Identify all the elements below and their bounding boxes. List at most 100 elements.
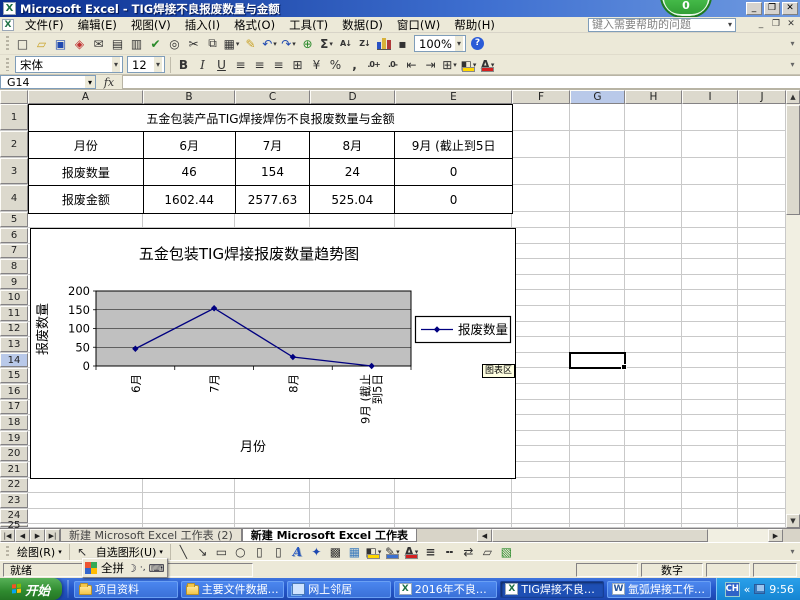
menu-item-5[interactable]: 格式(O) [227, 17, 282, 33]
doc-close-button[interactable]: ✕ [784, 18, 798, 31]
first-sheet-icon[interactable]: |◀ [0, 529, 15, 542]
cell-D25[interactable] [310, 524, 395, 527]
cell-I25[interactable] [682, 524, 738, 527]
prev-sheet-icon[interactable]: ◀ [15, 529, 30, 542]
horizontal-scrollbar[interactable]: ◀ ▶ [477, 529, 783, 542]
column-header-E[interactable]: E [395, 90, 512, 104]
chevron-down-icon[interactable]: ▾ [329, 40, 333, 48]
cell-I8[interactable] [682, 259, 738, 274]
row-header-15[interactable]: 15 [0, 368, 28, 383]
cell-J24[interactable] [738, 509, 786, 524]
row-header-22[interactable]: 22 [0, 478, 28, 493]
cell-G8[interactable] [570, 259, 625, 274]
value-cell[interactable]: 1602.44 [144, 186, 236, 213]
cell-H11[interactable] [625, 306, 682, 321]
selected-cell-G14[interactable] [569, 352, 626, 369]
cell-H16[interactable] [625, 384, 682, 399]
cell-F23[interactable] [512, 493, 570, 508]
close-button[interactable]: ✕ [782, 2, 798, 15]
name-box[interactable]: G14 ▾ [0, 75, 96, 89]
cell-J7[interactable] [738, 244, 786, 259]
cell-C5[interactable] [235, 212, 310, 227]
insert-function-icon[interactable]: fx [96, 75, 122, 89]
diagram-button[interactable]: ✦ [307, 543, 326, 561]
cell-F1[interactable] [512, 104, 570, 130]
cell-H6[interactable] [625, 228, 682, 243]
cell-J10[interactable] [738, 290, 786, 305]
vertical-scroll-track[interactable] [786, 215, 800, 514]
font-size-combo[interactable]: 12 ▾ [127, 56, 165, 73]
row-header-13[interactable]: 13 [0, 337, 28, 352]
cell-H25[interactable] [625, 524, 682, 527]
row-header-16[interactable]: 16 [0, 384, 28, 399]
cell-H13[interactable] [625, 337, 682, 352]
comma-button[interactable]: , [345, 56, 364, 74]
row-header-3[interactable]: 3 [0, 158, 28, 184]
cell-I1[interactable] [682, 104, 738, 130]
rectangle-button[interactable]: ▭ [212, 543, 231, 561]
cell-G10[interactable] [570, 290, 625, 305]
row-header-4[interactable]: 4 [0, 185, 28, 211]
cell-A24[interactable] [28, 509, 143, 524]
vertical-scrollbar[interactable]: ▲ ▼ [786, 90, 800, 528]
cell-F20[interactable] [512, 446, 570, 461]
cell-G22[interactable] [570, 478, 625, 493]
cell-F8[interactable] [512, 259, 570, 274]
horizontal-scroll-thumb[interactable] [492, 529, 708, 542]
column-header-I[interactable]: I [682, 90, 738, 104]
line-style-button[interactable]: ≡ [421, 543, 440, 561]
cell-H2[interactable] [625, 131, 682, 157]
cell-A25[interactable] [28, 524, 143, 527]
help-button[interactable]: ? [468, 35, 487, 53]
cell-F12[interactable] [512, 322, 570, 337]
minimize-button[interactable]: _ [746, 2, 762, 15]
column-header-H[interactable]: H [625, 90, 682, 104]
decrease-decimal-button[interactable]: .0- [383, 56, 402, 74]
cell-B24[interactable] [143, 509, 235, 524]
print-preview-button[interactable]: ▥ [127, 35, 146, 53]
formula-input[interactable] [122, 75, 800, 89]
cell-C23[interactable] [235, 493, 310, 508]
horizontal-scroll-track[interactable] [708, 529, 768, 542]
cell-E23[interactable] [395, 493, 512, 508]
row-header-5[interactable]: 5 [0, 212, 28, 227]
row-header-18[interactable]: 18 [0, 415, 28, 430]
ime-toolbar[interactable]: 全拼 ☽ ·, ⌨ [82, 558, 168, 578]
ime-softkeyboard-icon[interactable]: ⌨ [149, 562, 165, 575]
cell-D24[interactable] [310, 509, 395, 524]
cell-I15[interactable] [682, 368, 738, 383]
scroll-down-icon[interactable]: ▼ [786, 514, 800, 528]
taskbar-button-1[interactable]: 项目资料 [74, 581, 178, 598]
cell-F9[interactable] [512, 275, 570, 290]
ime-punctuation-icon[interactable]: ·, [140, 563, 146, 573]
cell-H24[interactable] [625, 509, 682, 524]
cell-F7[interactable] [512, 244, 570, 259]
cell-F14[interactable] [512, 353, 570, 368]
cell-G15[interactable] [570, 368, 625, 383]
menu-item-1[interactable]: 文件(F) [18, 17, 71, 33]
print-button[interactable]: ▤ [108, 35, 127, 53]
cell-H7[interactable] [625, 244, 682, 259]
cell-J13[interactable] [738, 337, 786, 352]
taskbar-button-4[interactable]: X2016年不良品报... [394, 581, 498, 598]
row-header-10[interactable]: 10 [0, 290, 28, 305]
vertical-text-box-button[interactable]: ▯ [269, 543, 288, 561]
cell-H4[interactable] [625, 185, 682, 211]
cell-H15[interactable] [625, 368, 682, 383]
cell-C25[interactable] [235, 524, 310, 527]
last-sheet-icon[interactable]: ▶| [45, 529, 60, 542]
font-color-button[interactable]: A▾ [478, 56, 497, 74]
cell-G23[interactable] [570, 493, 625, 508]
cell-I23[interactable] [682, 493, 738, 508]
column-header-J[interactable]: J [738, 90, 786, 104]
sort-descending-button[interactable]: Z↓ [355, 35, 374, 53]
toolbar-grip[interactable] [6, 58, 9, 72]
toolbar-grip[interactable] [6, 546, 9, 558]
chevron-down-icon[interactable]: ▾ [728, 19, 732, 31]
cell-H8[interactable] [625, 259, 682, 274]
chevron-down-icon[interactable]: ▾ [453, 61, 457, 69]
cell-J14[interactable] [738, 353, 786, 368]
cell-I9[interactable] [682, 275, 738, 290]
percent-button[interactable]: % [326, 56, 345, 74]
row-header-2[interactable]: 2 [0, 131, 28, 157]
